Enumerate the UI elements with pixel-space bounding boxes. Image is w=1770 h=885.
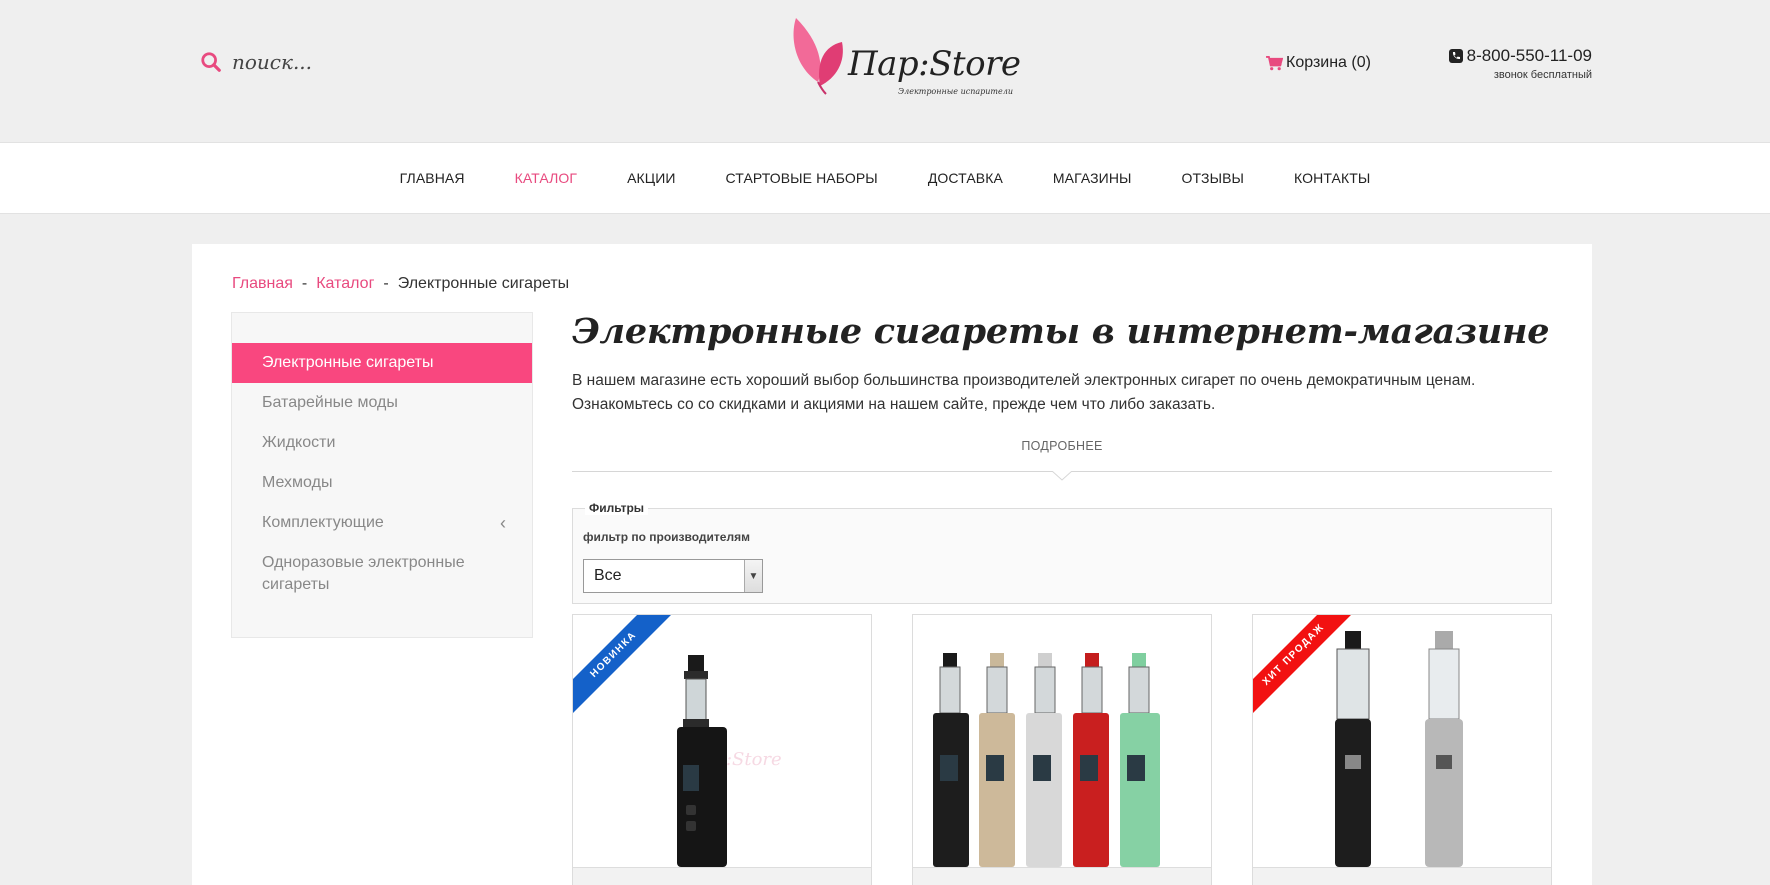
phone-number[interactable]: 8-800-550-11-09 bbox=[1467, 46, 1592, 66]
sidebar-item-components[interactable]: Комплектующие ‹ bbox=[232, 503, 532, 543]
site-header: Пар:Store Электронные испарители Корзина… bbox=[0, 0, 1770, 142]
phone-icon bbox=[1448, 49, 1463, 63]
breadcrumb-current: Электронные сигареты bbox=[397, 275, 570, 292]
breadcrumb-catalog[interactable]: Каталог bbox=[316, 275, 374, 293]
nav-item-reviews[interactable]: ОТЗЫВЫ bbox=[1182, 170, 1244, 186]
filters-panel: Фильтры фильтр по производителям Все ▼ bbox=[572, 501, 1552, 604]
category-sidebar: Электронные сигареты Батарейные моды Жид… bbox=[231, 312, 533, 638]
petal-logo-icon bbox=[793, 18, 843, 95]
divider-notch-icon bbox=[1052, 471, 1072, 481]
sidebar-item-label: Одноразовые электронные сигареты bbox=[262, 554, 465, 593]
product-card-footer bbox=[1253, 867, 1551, 885]
breadcrumb-home[interactable]: Главная bbox=[232, 275, 293, 293]
product-card-footer bbox=[573, 867, 871, 885]
product-image bbox=[913, 615, 1211, 867]
nav-item-contacts[interactable]: КОНТАКТЫ bbox=[1294, 170, 1370, 186]
sidebar-item-e-cigarettes[interactable]: Электронные сигареты bbox=[232, 343, 532, 383]
nav-item-delivery[interactable]: ДОСТАВКА bbox=[928, 170, 1003, 186]
chevron-down-icon[interactable]: ▼ bbox=[744, 560, 762, 592]
product-card[interactable]: ХИТ ПРОДАЖ bbox=[1252, 614, 1552, 885]
sidebar-item-mech-mods[interactable]: Мехмоды bbox=[232, 463, 532, 503]
read-more-link[interactable]: ПОДРОБНЕЕ bbox=[572, 439, 1552, 453]
nav-item-home[interactable]: ГЛАВНАЯ bbox=[400, 170, 465, 186]
logo-subtitle: Электронные испарители bbox=[898, 87, 1013, 96]
search-box[interactable] bbox=[200, 50, 452, 74]
phone-block: 8-800-550-11-09 звонок бесплатный bbox=[1448, 46, 1592, 81]
nav-item-catalog[interactable]: КАТАЛОГ bbox=[515, 170, 578, 186]
manufacturer-select-value: Все bbox=[594, 567, 622, 584]
breadcrumb-separator: - bbox=[301, 275, 308, 292]
nav-item-starter-kits[interactable]: СТАРТОВЫЕ НАБОРЫ bbox=[726, 170, 878, 186]
sidebar-item-label: Мехмоды bbox=[262, 474, 333, 491]
sidebar-item-battery-mods[interactable]: Батарейные моды bbox=[232, 383, 532, 423]
product-card[interactable] bbox=[912, 614, 1212, 885]
search-input[interactable] bbox=[232, 50, 452, 74]
main-content-card: Главная - Каталог - Электронные сигареты… bbox=[192, 244, 1592, 885]
main-nav: ГЛАВНАЯ КАТАЛОГ АКЦИИ СТАРТОВЫЕ НАБОРЫ Д… bbox=[0, 142, 1770, 214]
sidebar-item-label: Жидкости bbox=[262, 434, 336, 451]
cart-icon bbox=[1266, 55, 1283, 70]
page-title: Электронные сигареты в интернет-магазине bbox=[572, 311, 1550, 352]
sidebar-item-label: Батарейные моды bbox=[262, 394, 398, 411]
phone-note: звонок бесплатный bbox=[1493, 69, 1592, 81]
intro-text: В нашем магазине есть хороший выбор боль… bbox=[572, 372, 1476, 413]
sidebar-item-disposables[interactable]: Одноразовые электронные сигареты bbox=[232, 543, 532, 605]
logo-text: Пар:Store bbox=[848, 44, 1021, 84]
sidebar-item-label: Комплектующие bbox=[262, 514, 384, 531]
sidebar-item-liquids[interactable]: Жидкости bbox=[232, 423, 532, 463]
nav-item-promotions[interactable]: АКЦИИ bbox=[627, 170, 675, 186]
manufacturer-select[interactable]: Все ▼ bbox=[583, 559, 763, 593]
product-card-footer bbox=[913, 867, 1211, 885]
search-icon bbox=[201, 52, 221, 72]
cart-label: Корзина (0) bbox=[1286, 54, 1371, 71]
cart-link[interactable]: Корзина (0) bbox=[1266, 54, 1371, 72]
breadcrumb: Главная - Каталог - Электронные сигареты bbox=[232, 275, 569, 293]
manufacturer-filter-label: фильтр по производителям bbox=[583, 530, 750, 544]
site-logo[interactable]: Пар:Store Электронные испарители bbox=[790, 16, 1021, 102]
nav-item-stores[interactable]: МАГАЗИНЫ bbox=[1053, 170, 1132, 186]
chevron-left-icon[interactable]: ‹ bbox=[500, 512, 506, 534]
sidebar-item-label: Электронные сигареты bbox=[262, 354, 434, 371]
product-card[interactable]: Пар:Store НОВИНКА bbox=[572, 614, 872, 885]
breadcrumb-separator: - bbox=[383, 275, 389, 292]
filters-legend: Фильтры bbox=[585, 501, 649, 515]
